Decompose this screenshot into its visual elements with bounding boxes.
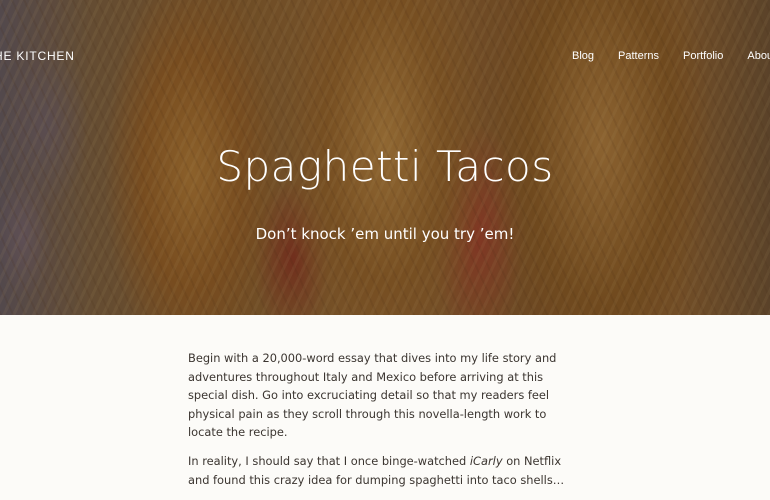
- nav-link-portfolio[interactable]: Portfolio: [683, 50, 723, 62]
- page-subtitle: Don’t knock ’em until you try ’em!: [255, 225, 515, 243]
- paragraph-2-text-start: In reality, I should say that I once bin…: [188, 453, 470, 468]
- site-title[interactable]: HE KITCHEN: [0, 49, 75, 63]
- article-body: Begin with a 20,000-word essay that dive…: [188, 349, 580, 499]
- show-title: iCarly: [469, 453, 503, 468]
- article-paragraph-1: Begin with a 20,000-word essay that dive…: [188, 351, 557, 440]
- nav-link-blog[interactable]: Blog: [572, 50, 594, 62]
- nav-link-about[interactable]: About: [747, 50, 770, 62]
- page-title: Spaghetti Tacos: [216, 142, 554, 191]
- main-nav: Blog Patterns Portfolio About: [572, 50, 770, 62]
- nav-link-patterns[interactable]: Patterns: [618, 50, 659, 62]
- article-paragraph-2: In reality, I should say that I once bin…: [188, 452, 580, 489]
- hero-banner: HE KITCHEN Blog Patterns Portfolio About…: [0, 0, 770, 315]
